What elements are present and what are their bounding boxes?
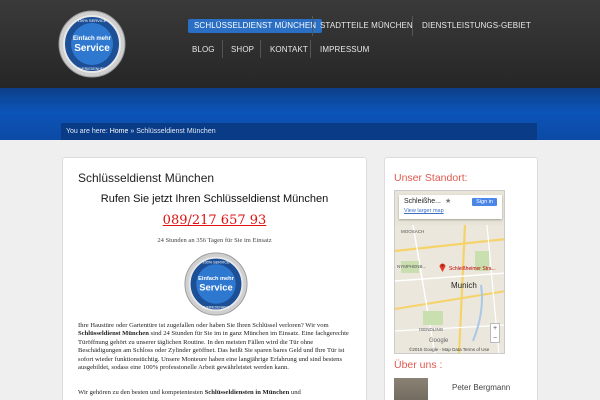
breadcrumb-separator: »: [130, 128, 135, 135]
second-paragraph: Wir gehören zu den besten und kompetente…: [78, 389, 356, 397]
phone-link[interactable]: 089/217 657 93: [63, 213, 366, 228]
main-content: Schlüsseldienst München Rufen Sie jetzt …: [62, 157, 367, 400]
nav-item-impressum[interactable]: IMPRESSUM: [320, 43, 369, 57]
map-label: ISENDLING: [419, 327, 444, 332]
sidebar: Unser Standort: Schleißhe... ★ View larg…: [384, 157, 538, 400]
service-logo[interactable]: 100% SERVICE Einfach mehr Service ZUFRIE…: [58, 10, 126, 78]
about-heading: Über uns :: [394, 359, 443, 371]
para1-bold: Schlüsseldienst München: [78, 330, 149, 338]
nav-item-dienstleistungsgebiet[interactable]: DIENSTLEISTUNGS-GEBIET: [422, 19, 531, 33]
breadcrumb-home-link[interactable]: Home: [110, 128, 129, 135]
badge-text-main-2: Service: [199, 282, 232, 293]
para2-text-a: Wir gehören zu den besten und kompetente…: [78, 389, 205, 396]
map-label: NYMPHENB...: [397, 264, 427, 269]
about-author: Peter Bergmann: [394, 378, 534, 400]
map-credits: ©2015 Google - Map Data Terms of Use: [409, 347, 490, 352]
view-larger-map-link[interactable]: View larger map: [404, 208, 444, 214]
author-name: Peter Bergmann: [452, 383, 511, 392]
cta-heading: Rufen Sie jetzt Ihren Schlüsseldienst Mü…: [100, 193, 329, 205]
logo-text-main-2: Service: [74, 43, 110, 54]
google-map[interactable]: Schleißhe... ★ View larger map Sign in M…: [394, 190, 505, 354]
nav-divider: [222, 40, 223, 58]
intro-paragraph: Ihre Haustüre oder Gartentüre ist zugefa…: [78, 322, 356, 372]
location-heading: Unser Standort:: [394, 172, 468, 184]
badge-text-top: 100% SERVICE: [202, 260, 230, 264]
zoom-out-icon[interactable]: −: [491, 334, 499, 344]
para2-bold: Schlüsseldiensten in München: [204, 389, 290, 396]
logo-text-bottom: ZUFRIEDENHEIT: [78, 67, 108, 71]
para2-text-b: und: [289, 389, 301, 396]
logo-text-top: 100% SERVICE: [78, 18, 107, 23]
nav-item-kontakt[interactable]: KONTAKT: [270, 43, 308, 57]
para1-text-a: Ihre Haustüre oder Gartentüre ist zugefa…: [78, 322, 329, 329]
google-logo: Google: [429, 338, 449, 344]
page-title: Schlüsseldienst München: [78, 171, 215, 185]
zoom-in-icon[interactable]: +: [491, 324, 499, 334]
breadcrumb-current: Schlüsseldienst München: [136, 128, 216, 135]
nav-item-schluesseldienst[interactable]: SCHLÜSSELDIENST MÜNCHEN: [188, 19, 323, 33]
nav-item-stadtteile[interactable]: STADTTEILE MÜNCHEN: [320, 19, 413, 33]
avatar: [394, 378, 428, 400]
map-pin-label: Schleißheimer Stra...: [449, 266, 496, 272]
nav-divider: [310, 40, 311, 58]
nav-divider: [260, 40, 261, 58]
site-header: 100% SERVICE Einfach mehr Service ZUFRIE…: [0, 0, 600, 88]
breadcrumb: You are here: Home » Schlüsseldienst Mün…: [61, 123, 537, 140]
hours-text: 24 Stunden an 356 Tagen für Sie im Einsa…: [157, 237, 272, 244]
nav-item-blog[interactable]: BLOG: [192, 43, 215, 57]
nav-divider: [312, 16, 313, 36]
map-pin-icon[interactable]: [439, 262, 446, 272]
badge-text-bottom: ZUFRIEDENHEIT: [203, 305, 230, 309]
map-info-panel: Schleißhe... ★ View larger map Sign in: [399, 195, 502, 219]
star-icon[interactable]: ★: [445, 197, 451, 205]
map-sign-in-button[interactable]: Sign in: [472, 198, 497, 206]
service-badge-image: 100% SERVICE Einfach mehr Service ZUFRIE…: [184, 252, 248, 316]
map-zoom-control[interactable]: + −: [490, 323, 500, 343]
logo-text-main-1: Einfach mehr: [73, 36, 112, 42]
nav-divider: [412, 16, 413, 36]
breadcrumb-prefix: You are here:: [66, 128, 108, 135]
map-place-name: Schleißhe...: [404, 198, 441, 205]
map-label: MOOSACH: [401, 229, 425, 234]
nav-item-shop[interactable]: SHOP: [231, 43, 254, 57]
map-city-label: Munich: [451, 281, 477, 290]
